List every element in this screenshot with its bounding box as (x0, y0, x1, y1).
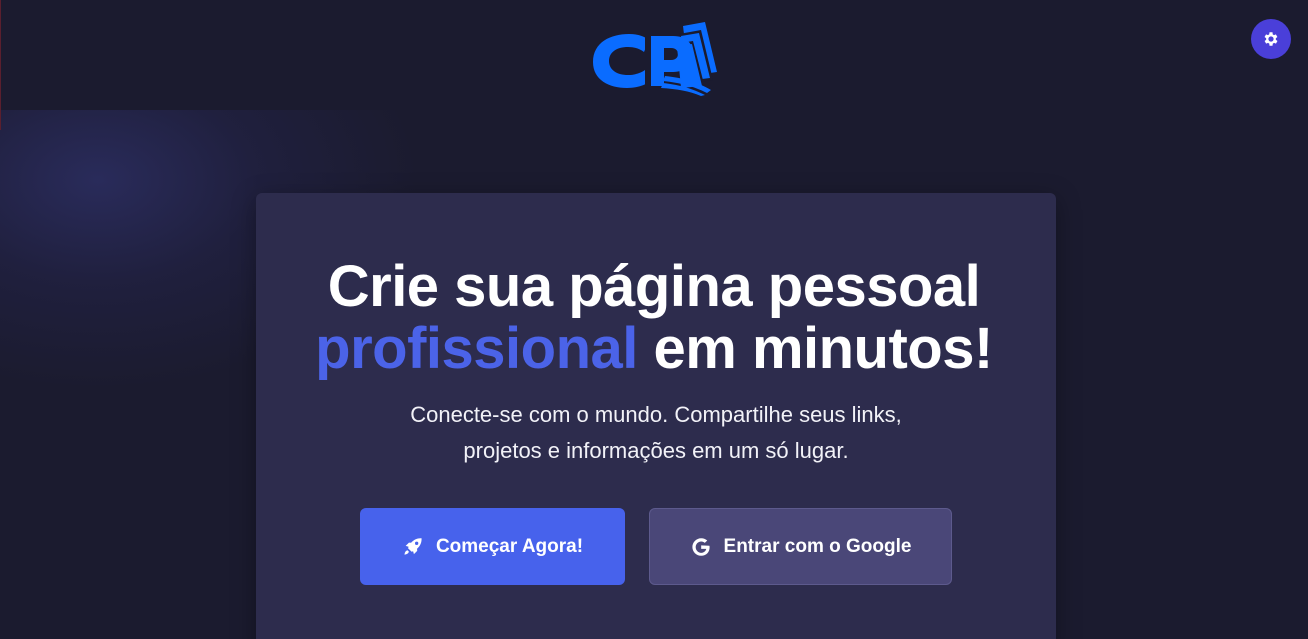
hero-subtitle: Conecte-se com o mundo. Compartilhe seus… (0, 397, 1308, 469)
settings-button[interactable] (1251, 19, 1291, 59)
start-now-label: Começar Agora! (435, 535, 584, 557)
hero-title-line2: em minutos! (637, 316, 994, 381)
hero-title-line1: Crie sua página pessoal (327, 254, 981, 319)
hero-subtitle-line1: Conecte-se com o mundo. Compartilhe seus… (410, 402, 902, 427)
cp-logo-icon: CP (593, 22, 717, 96)
left-edge-line (0, 0, 1, 130)
start-now-button[interactable]: Começar Agora! (360, 508, 625, 585)
landing-page: CP Crie sua página pessoal (0, 0, 1308, 639)
rocket-icon (404, 537, 422, 555)
hero-title: Crie sua página pessoal profissional em … (0, 256, 1308, 380)
google-login-label: Entrar com o Google (723, 535, 912, 557)
brand-logo[interactable]: CP (589, 20, 721, 96)
hero-title-accent: profissional (315, 316, 638, 381)
gear-icon (1264, 32, 1278, 46)
google-icon (691, 537, 710, 556)
hero-subtitle-line2: projetos e informações em um só lugar. (463, 438, 849, 463)
google-login-button[interactable]: Entrar com o Google (649, 508, 952, 585)
